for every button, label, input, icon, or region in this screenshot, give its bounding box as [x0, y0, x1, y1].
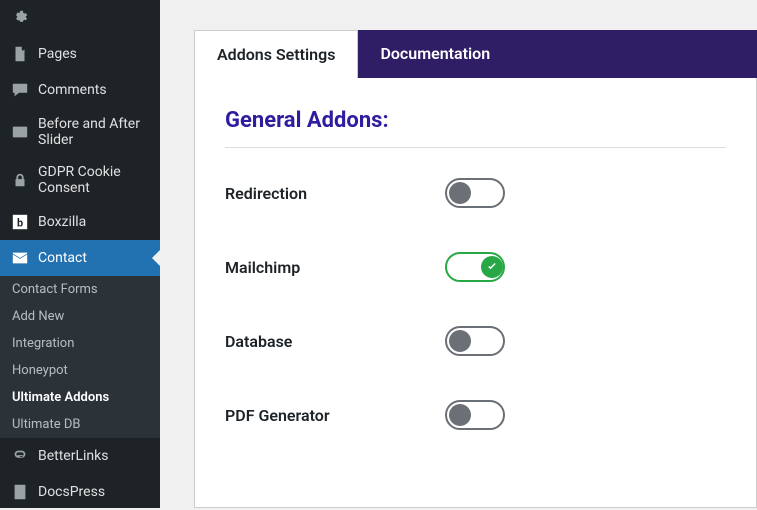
- docs-icon: [10, 482, 30, 502]
- sidebar-item-label: Before and After Slider: [38, 116, 150, 148]
- check-icon: [486, 261, 498, 273]
- sidebar-item-docspress[interactable]: DocsPress: [0, 474, 160, 510]
- sidebar-item-comments[interactable]: Comments: [0, 72, 160, 108]
- sidebar-item-gdpr[interactable]: GDPR Cookie Consent: [0, 156, 160, 204]
- submenu-item-ultimate-addons[interactable]: Ultimate Addons: [0, 384, 160, 411]
- sidebar-item-label: BetterLinks: [38, 448, 108, 464]
- sidebar-item-contact[interactable]: Contact: [0, 240, 160, 276]
- sidebar-item-betterlinks[interactable]: BetterLinks: [0, 438, 160, 474]
- sidebar-item-label: Boxzilla: [38, 214, 86, 230]
- mail-icon: [10, 248, 30, 268]
- link-icon: [10, 446, 30, 466]
- sidebar-item-top[interactable]: [0, 0, 160, 36]
- toggle-knob: [481, 256, 503, 278]
- sidebar-item-label: Comments: [38, 82, 107, 98]
- addon-row-database: Database: [225, 326, 726, 356]
- sidebar-item-pages[interactable]: Pages: [0, 36, 160, 72]
- settings-panel: General Addons: Redirection Mailchimp Da…: [194, 78, 757, 508]
- lock-icon: [10, 170, 30, 190]
- tab-documentation[interactable]: Documentation: [358, 30, 757, 78]
- gear-icon: [10, 8, 30, 28]
- submenu-item-integration[interactable]: Integration: [0, 330, 160, 357]
- toggle-pdf-generator[interactable]: [445, 400, 505, 430]
- section-title-general-addons: General Addons:: [225, 108, 726, 148]
- addon-row-pdf-generator: PDF Generator: [225, 400, 726, 430]
- box-b-icon: b: [10, 212, 30, 232]
- submenu-item-add-new[interactable]: Add New: [0, 303, 160, 330]
- sidebar-item-label: Contact: [38, 250, 87, 266]
- addon-label: Database: [225, 332, 445, 351]
- sidebar-item-label: GDPR Cookie Consent: [38, 164, 150, 196]
- sidebar-item-label: DocsPress: [38, 484, 105, 500]
- toggle-redirection[interactable]: [445, 178, 505, 208]
- toggle-database[interactable]: [445, 326, 505, 356]
- submenu-item-ultimate-db[interactable]: Ultimate DB: [0, 411, 160, 438]
- svg-text:b: b: [17, 217, 23, 230]
- comment-icon: [10, 80, 30, 100]
- main-content: Addons Settings Documentation General Ad…: [160, 0, 757, 508]
- tab-addons-settings[interactable]: Addons Settings: [194, 30, 358, 78]
- settings-tabs: Addons Settings Documentation: [194, 30, 757, 78]
- sidebar-submenu-contact: Contact Forms Add New Integration Honeyp…: [0, 276, 160, 438]
- submenu-item-honeypot[interactable]: Honeypot: [0, 357, 160, 384]
- addon-row-mailchimp: Mailchimp: [225, 252, 726, 282]
- toggle-mailchimp[interactable]: [445, 252, 505, 282]
- slider-icon: [10, 122, 30, 142]
- addon-label: PDF Generator: [225, 406, 445, 425]
- addon-label: Redirection: [225, 184, 445, 203]
- submenu-item-contact-forms[interactable]: Contact Forms: [0, 276, 160, 303]
- sidebar-item-label: Pages: [38, 46, 77, 62]
- page-icon: [10, 44, 30, 64]
- addon-row-redirection: Redirection: [225, 178, 726, 208]
- addon-label: Mailchimp: [225, 258, 445, 277]
- admin-sidebar: Pages Comments Before and After Slider G…: [0, 0, 160, 508]
- sidebar-item-before-after-slider[interactable]: Before and After Slider: [0, 108, 160, 156]
- sidebar-item-boxzilla[interactable]: b Boxzilla: [0, 204, 160, 240]
